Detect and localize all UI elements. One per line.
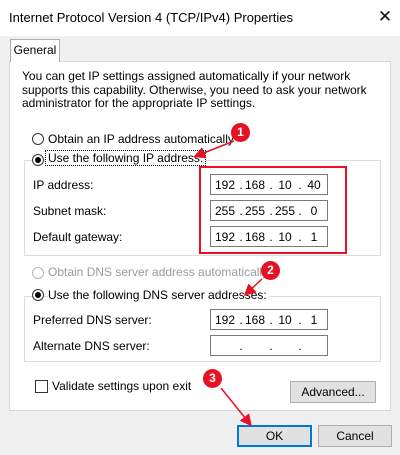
radio-use-dns-label: Use the following DNS server addresses: <box>48 288 269 302</box>
preferred-dns-input[interactable]: 192 . 168 . 10 . 1 <box>210 309 328 330</box>
alternate-dns-label: Alternate DNS server: <box>33 339 150 353</box>
radio-obtain-ip-auto-label: Obtain an IP address automatically <box>48 132 234 146</box>
window-title: Internet Protocol Version 4 (TCP/IPv4) P… <box>9 10 293 25</box>
close-icon[interactable]: ✕ <box>372 4 398 30</box>
advanced-button[interactable]: Advanced... <box>290 381 376 403</box>
tab-general[interactable]: General <box>10 39 60 62</box>
preferred-dns-label: Preferred DNS server: <box>33 313 152 327</box>
preferred-dns-octet-4: 1 <box>310 313 318 327</box>
alternate-dns-input[interactable]: . . . <box>210 335 328 356</box>
ip-address-label: IP address: <box>33 178 94 192</box>
radio-obtain-ip-auto[interactable] <box>32 133 44 145</box>
subnet-mask-label: Subnet mask: <box>33 204 107 218</box>
radio-use-ip-label: Use the following IP address: <box>45 150 207 166</box>
octet-separator: . <box>269 339 273 353</box>
octet-separator: . <box>298 339 302 353</box>
preferred-dns-octet-1: 192 <box>214 313 236 327</box>
validate-checkbox[interactable] <box>35 380 48 393</box>
ok-button[interactable]: OK <box>237 425 312 447</box>
annotation-badge-1: 1 <box>231 123 250 142</box>
intro-text: You can get IP settings assigned automat… <box>22 69 367 110</box>
radio-use-ip[interactable] <box>32 154 44 166</box>
default-gateway-label: Default gateway: <box>33 230 123 244</box>
radio-use-ip-label-wrap: Use the following IP address: <box>45 150 207 166</box>
annotation-badge-2: 2 <box>261 261 280 280</box>
radio-obtain-dns-auto[interactable] <box>32 267 44 279</box>
annotation-badge-3: 3 <box>203 369 222 388</box>
preferred-dns-octet-2: 168 <box>244 313 266 327</box>
validate-checkbox-label: Validate settings upon exit <box>52 379 192 393</box>
radio-obtain-dns-auto-label: Obtain DNS server address automatically <box>48 265 269 279</box>
preferred-dns-octet-3: 10 <box>278 313 292 327</box>
cancel-button[interactable]: Cancel <box>318 425 392 447</box>
annotation-highlight-box <box>199 166 347 254</box>
radio-use-dns[interactable] <box>32 289 44 301</box>
octet-separator: . <box>239 339 243 353</box>
